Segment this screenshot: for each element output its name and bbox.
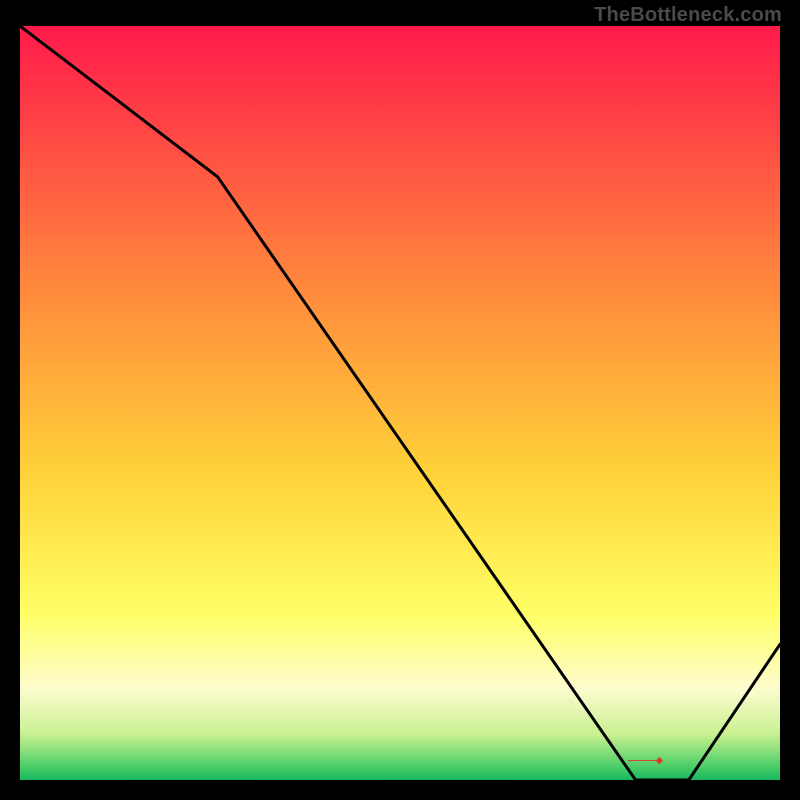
gradient-background [20, 26, 780, 780]
optimal-marker: ———◆ [628, 755, 663, 766]
chart-frame: TheBottleneck.com ———◆ [0, 0, 800, 800]
plot-svg [20, 26, 780, 780]
plot-area: ———◆ [20, 26, 780, 780]
watermark-label: TheBottleneck.com [594, 4, 782, 27]
